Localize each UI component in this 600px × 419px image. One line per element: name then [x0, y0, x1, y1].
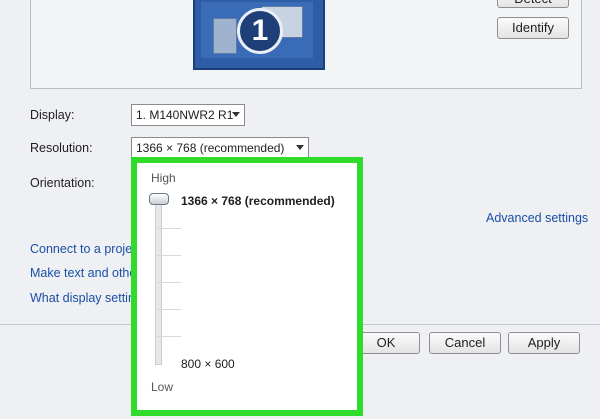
resolution-slider-popup: High 1366 × 768 (recommended) 800 × 600 …	[131, 157, 363, 416]
slider-thumb[interactable]	[149, 193, 169, 205]
monitor-thumbnail[interactable]: 1	[193, 0, 325, 70]
display-dropdown[interactable]: 1. M140NWR2 R1	[131, 104, 245, 126]
slider-tick	[155, 336, 181, 337]
mini-window-icon	[213, 18, 237, 54]
slider-tick	[155, 282, 181, 283]
slider-tick	[155, 255, 181, 256]
resolution-label: Resolution:	[30, 141, 93, 155]
identify-button[interactable]: Identify	[497, 17, 569, 39]
display-dropdown-value: 1. M140NWR2 R1	[136, 108, 234, 122]
slider-low-label: Low	[151, 380, 174, 394]
chevron-down-icon	[296, 145, 304, 150]
slider-high-label: High	[151, 171, 176, 185]
cancel-button[interactable]: Cancel	[429, 332, 501, 354]
display-label: Display:	[30, 108, 75, 122]
slider-tick	[155, 309, 181, 310]
apply-button[interactable]: Apply	[508, 332, 580, 354]
connect-projector-link[interactable]: Connect to a projec	[30, 242, 138, 256]
slider-track[interactable]	[155, 195, 162, 365]
resolution-dropdown-value: 1366 × 768 (recommended)	[136, 141, 285, 155]
advanced-settings-link[interactable]: Advanced settings	[486, 211, 588, 225]
orientation-label: Orientation:	[30, 176, 95, 190]
monitor-number-badge: 1	[237, 8, 283, 54]
detect-button[interactable]: Detect	[497, 0, 569, 8]
display-settings-help-link[interactable]: What display setting	[30, 291, 142, 305]
top-resolution-option[interactable]: 1366 × 768 (recommended)	[181, 194, 335, 208]
text-size-link[interactable]: Make text and other	[30, 266, 140, 280]
slider-tick	[155, 228, 181, 229]
chevron-down-icon	[232, 112, 240, 117]
resolution-dropdown[interactable]: 1366 × 768 (recommended)	[131, 137, 309, 159]
bottom-resolution-option[interactable]: 800 × 600	[181, 357, 235, 371]
